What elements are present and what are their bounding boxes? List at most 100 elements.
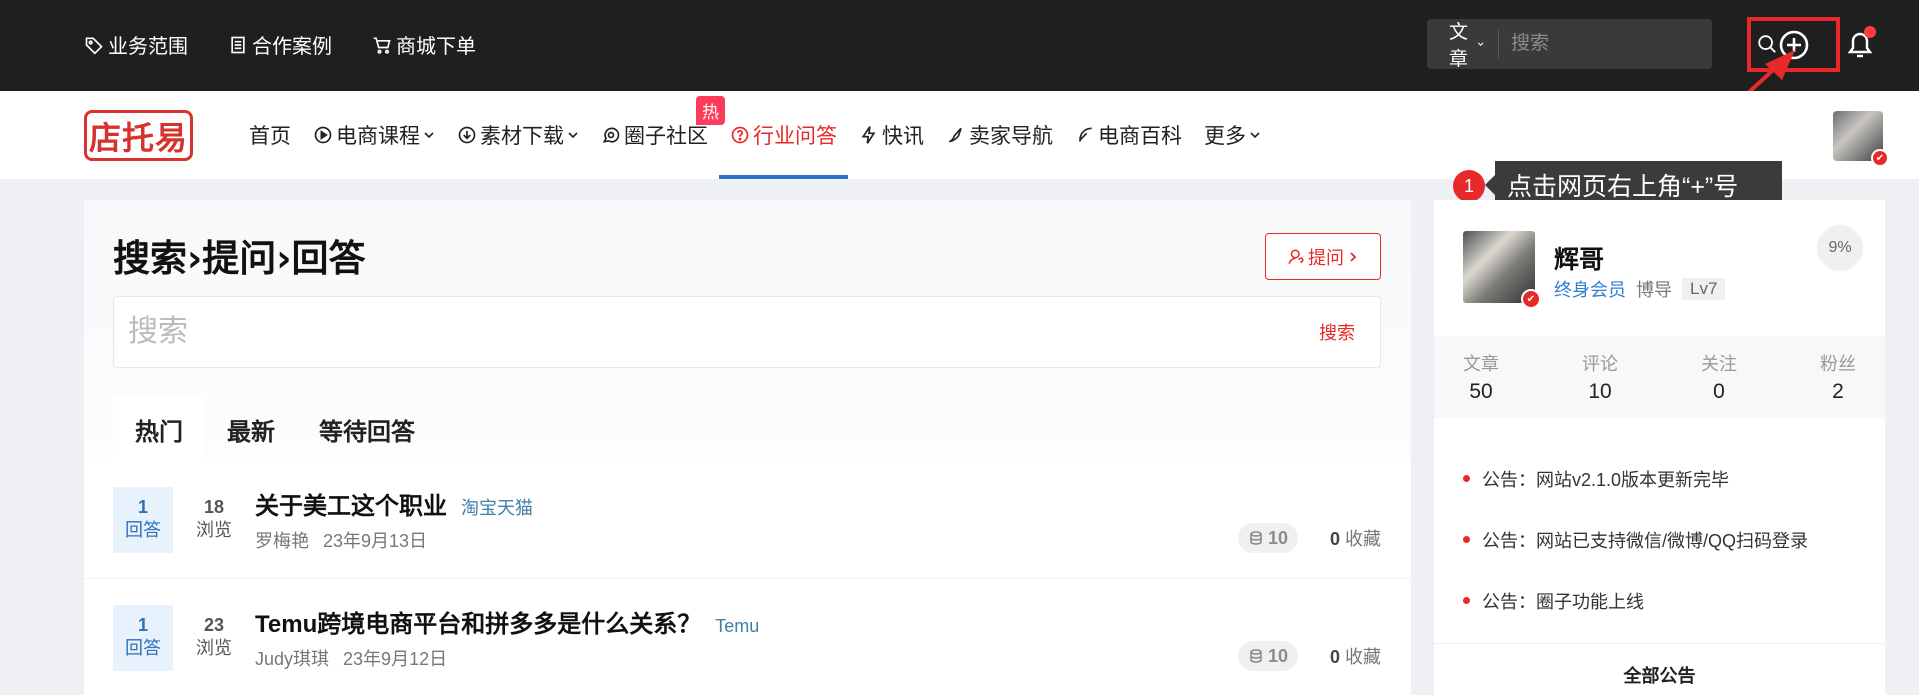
nav-item-home[interactable]: 首页 [238, 91, 302, 179]
favorite-count[interactable]: 0 收藏 [1330, 643, 1381, 669]
question-row: 1 回答 18 浏览 关于美工这个职业 淘宝天猫 罗梅艳 23年9月13日 10 0… [84, 461, 1411, 579]
notice-text: 公告：网站v2.1.0版本更新完毕 [1482, 469, 1730, 490]
question-author[interactable]: 罗梅艳 [255, 531, 309, 551]
top-link-label: 合作案例 [252, 36, 332, 58]
nav-item-wiki[interactable]: 电商百科 [1064, 91, 1193, 179]
qa-search-bar: 搜索 [113, 296, 1381, 368]
download-icon [458, 126, 476, 144]
reward-coins-value: 10 [1267, 645, 1288, 666]
favorite-count-label: 收藏 [1345, 529, 1381, 549]
view-count: 18 浏览 [189, 487, 239, 553]
callout-text: 点击网页右上角“+”号 [1507, 173, 1739, 201]
stat-followers[interactable]: 粉丝 2 [1820, 350, 1856, 404]
top-link-cases[interactable]: 合作案例 [228, 30, 332, 59]
reward-coins: 10 [1237, 641, 1298, 671]
notice-item[interactable]: 公告：圈子功能上线 [1463, 570, 1856, 631]
stat-articles[interactable]: 文章 50 [1463, 350, 1499, 404]
qa-search-button[interactable]: 搜索 [1294, 319, 1380, 345]
user-question-icon [1288, 249, 1304, 264]
favorite-count[interactable]: 0 收藏 [1330, 525, 1381, 551]
question-tag[interactable]: 淘宝天猫 [461, 494, 533, 520]
tab-waiting[interactable]: 等待回答 [297, 397, 437, 461]
all-notices-link[interactable]: 全部公告 [1434, 643, 1885, 688]
play-circle-icon [314, 126, 332, 144]
top-link-business[interactable]: 业务范围 [84, 30, 188, 59]
reward-coins-value: 10 [1267, 527, 1288, 548]
site-logo[interactable]: 店托易 [84, 110, 193, 161]
top-link-label: 业务范围 [108, 36, 188, 58]
question-date: 23年9月13日 [323, 531, 428, 551]
chevron-down-icon [1250, 132, 1260, 139]
user-avatar[interactable]: ✔ [1833, 111, 1889, 167]
chevron-down-icon [568, 132, 578, 139]
nav-item-courses[interactable]: 电商课程 [302, 91, 446, 179]
stat-following[interactable]: 关注 0 [1701, 350, 1737, 404]
nav-item-more[interactable]: 更多 [1193, 91, 1272, 179]
notice-item[interactable]: 公告：网站v2.1.0版本更新完毕 [1463, 448, 1856, 509]
view-count-value: 18 [203, 497, 225, 517]
nav-item-label: 行业问答 [753, 125, 837, 148]
ask-question-label: 提问 [1308, 247, 1344, 268]
answer-count[interactable]: 1 回答 [113, 487, 173, 553]
search-type-select[interactable]: 文章 [1427, 22, 1500, 70]
question-circle-icon [731, 126, 749, 144]
favorite-count-label: 收藏 [1345, 647, 1381, 667]
question-title[interactable]: Temu跨境电商平台和拼多多是什么关系？ Temu [255, 604, 759, 639]
nav-item-label: 更多 [1204, 125, 1246, 148]
coin-stack-icon [1250, 649, 1262, 663]
question-title-text: 关于美工这个职业 [255, 493, 447, 520]
answer-count[interactable]: 1 回答 [113, 605, 173, 671]
step-number: 1 [1453, 170, 1485, 202]
tab-latest[interactable]: 最新 [205, 397, 297, 461]
top-links: 业务范围 合作案例 商城下单 [84, 30, 476, 59]
nav-item-label: 首页 [249, 125, 291, 148]
nav-item-downloads[interactable]: 素材下载 [446, 91, 590, 179]
tab-hot[interactable]: 热门 [113, 397, 205, 461]
top-link-label: 商城下单 [396, 36, 476, 58]
ask-question-button[interactable]: 提问 [1265, 233, 1381, 280]
nav-item-seller-nav[interactable]: 卖家导航 [935, 91, 1064, 179]
nav-item-community[interactable]: 圈子社区 热 [590, 91, 725, 179]
notification-button[interactable] [1840, 24, 1880, 64]
qa-main-card: 搜索›提问›回答 提问 搜索 热门 最新 等待回答 1 回答 18 浏览 [84, 200, 1411, 695]
question-tag[interactable]: Temu [715, 616, 759, 637]
favorite-count-value: 0 [1329, 529, 1340, 549]
nav-item-news[interactable]: 快讯 [848, 91, 935, 179]
view-count-label: 浏览 [196, 638, 232, 658]
top-bar: 业务范围 合作案例 商城下单 文章 [0, 0, 1919, 91]
nav-item-label: 电商百科 [1098, 125, 1182, 148]
member-type[interactable]: 终身会员 [1554, 276, 1626, 302]
stat-value: 0 [1713, 380, 1725, 403]
search-type-label: 文章 [1449, 22, 1469, 70]
lightning-icon [861, 126, 876, 144]
answer-count-value: 1 [137, 615, 148, 635]
profile-avatar[interactable]: ✔ [1463, 231, 1541, 309]
question-meta: Judy琪琪 23年9月12日 [255, 645, 447, 671]
stat-value: 10 [1588, 380, 1612, 403]
answer-count-value: 1 [137, 497, 148, 517]
nav-item-qa[interactable]: 行业问答 [719, 91, 848, 179]
question-author[interactable]: Judy琪琪 [255, 649, 329, 669]
chevron-down-icon [424, 132, 434, 139]
profile-sidebar: ✔ 辉哥 终身会员 博导 Lv7 9% 文章 50 评论 10 关注 0 粉丝 … [1434, 200, 1885, 695]
nav-item-label: 素材下载 [480, 125, 564, 148]
question-list: 1 回答 18 浏览 关于美工这个职业 淘宝天猫 罗梅艳 23年9月13日 10 0… [84, 461, 1411, 695]
reward-coins: 10 [1237, 523, 1298, 553]
profile-subline: 终身会员 博导 Lv7 [1554, 276, 1726, 302]
notice-item[interactable]: 公告：网站已支持微信/微博/QQ扫码登录 [1463, 509, 1856, 570]
compass-icon [949, 127, 962, 143]
top-link-shop[interactable]: 商城下单 [372, 30, 476, 59]
profile-name[interactable]: 辉哥 [1554, 240, 1604, 276]
question-row: 1 回答 23 浏览 Temu跨境电商平台和拼多多是什么关系？ Temu Judy… [84, 579, 1411, 695]
stat-label: 文章 [1463, 354, 1499, 374]
qa-header: 搜索›提问›回答 提问 搜索 热门 最新 等待回答 [84, 200, 1411, 461]
qa-search-input[interactable] [114, 315, 1294, 349]
question-title[interactable]: 关于美工这个职业 淘宝天猫 [255, 486, 533, 521]
nav-item-label: 快讯 [882, 125, 924, 148]
feather-icon [1079, 127, 1092, 142]
answer-count-label: 回答 [125, 638, 161, 658]
level-badge: Lv7 [1682, 278, 1726, 300]
profile-completion: 9% [1817, 225, 1863, 271]
stat-comments[interactable]: 评论 10 [1582, 350, 1618, 404]
verified-badge-icon: ✔ [1871, 149, 1889, 167]
